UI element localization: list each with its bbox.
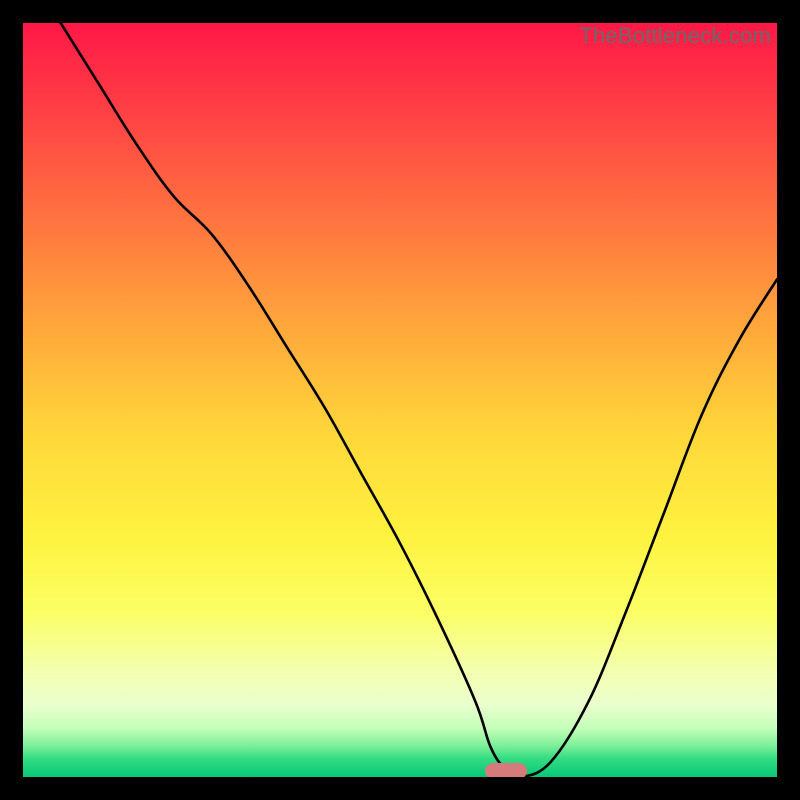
optimal-marker xyxy=(485,763,527,777)
plot-area: TheBottleneck.com xyxy=(23,23,777,777)
chart-frame: TheBottleneck.com xyxy=(0,0,800,800)
bottleneck-curve xyxy=(23,23,777,777)
